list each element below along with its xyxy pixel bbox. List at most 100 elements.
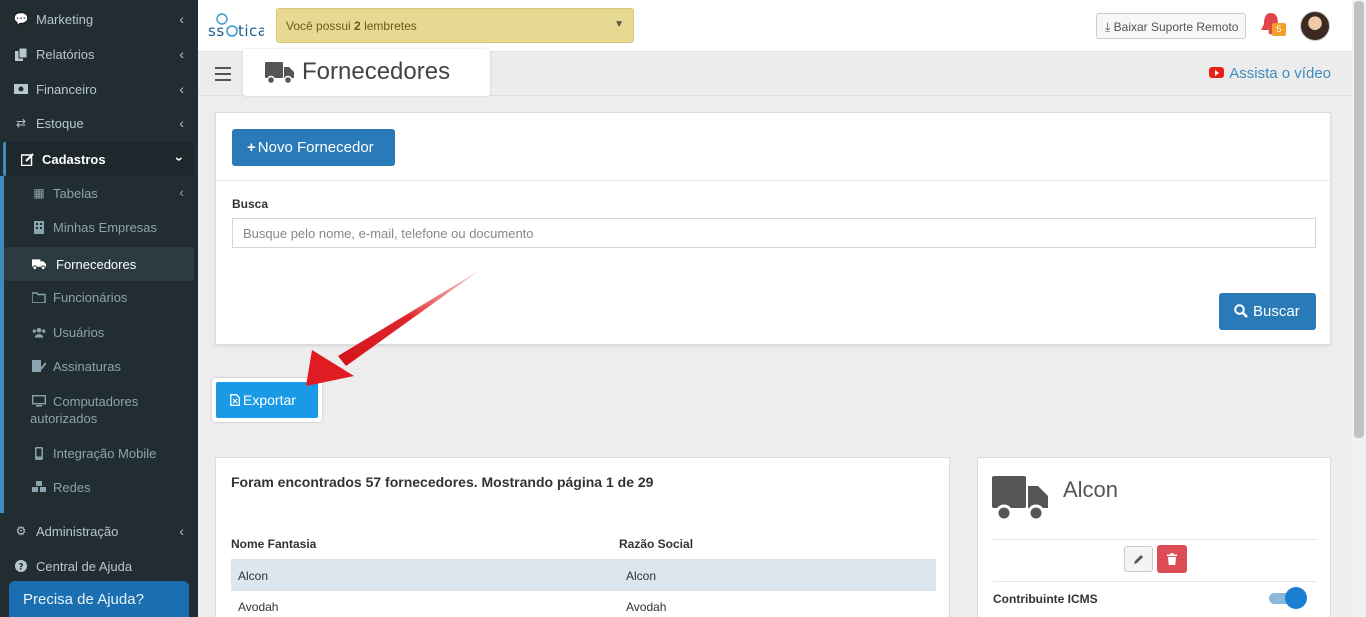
divider xyxy=(993,581,1317,582)
results-summary: Foram encontrados 57 fornecedores. Mostr… xyxy=(231,474,654,490)
search-label: Busca xyxy=(232,197,269,211)
sidebar-item-marketing[interactable]: 💬 Marketing ‹ xyxy=(0,2,198,36)
search-button[interactable]: Buscar xyxy=(1219,293,1316,330)
divider xyxy=(216,180,1330,181)
icms-toggle[interactable] xyxy=(1267,587,1307,609)
sidebar-item-label: Central de Ajuda xyxy=(36,558,133,574)
sidebar-item-financeiro[interactable]: Financeiro ‹ xyxy=(0,72,198,106)
new-supplier-label: Novo Fornecedor xyxy=(257,139,374,156)
pencil-icon xyxy=(1134,554,1143,564)
sidebar-subitem-fornecedores[interactable]: Fornecedores xyxy=(4,247,194,281)
cell-razao-social: Alcon xyxy=(626,569,657,583)
new-supplier-button[interactable]: + Novo Fornecedor xyxy=(232,129,395,166)
reminder-count: 2 xyxy=(354,19,361,33)
scrollbar-thumb[interactable] xyxy=(1354,1,1364,438)
sidebar-subitem-tabelas[interactable]: ▦ Tabelas ‹ xyxy=(4,176,194,210)
chevron-left-icon: ‹ xyxy=(179,11,184,27)
search-button-label: Buscar xyxy=(1253,303,1300,320)
comments-icon: 💬 xyxy=(13,12,29,26)
page-header: Fornecedores Assista o vídeo xyxy=(198,49,1352,96)
sidebar-subitem-redes[interactable]: Redes xyxy=(4,470,194,504)
results-panel: Foram encontrados 57 fornecedores. Mostr… xyxy=(215,457,950,617)
sidebar-subitem-label: Tabelas xyxy=(53,186,98,201)
icms-label: Contribuinte ICMS xyxy=(993,592,1098,606)
copy-icon xyxy=(14,47,28,61)
sidebar-subitem-integracao-mobile[interactable]: Integração Mobile xyxy=(4,436,194,470)
delete-button[interactable] xyxy=(1157,545,1187,573)
money-icon xyxy=(14,82,28,96)
toggle-knob xyxy=(1285,587,1307,609)
sidebar-item-administracao[interactable]: ⚙ Administração ‹ xyxy=(0,514,198,548)
export-highlight: Exportar xyxy=(212,378,322,422)
column-header-nome-fantasia[interactable]: Nome Fantasia xyxy=(231,537,316,551)
watch-video-link[interactable]: Assista o vídeo xyxy=(1209,65,1331,82)
signature-icon xyxy=(32,359,46,373)
sidebar-subitem-label: Usuários xyxy=(53,325,105,340)
youtube-icon xyxy=(1209,67,1225,78)
sidebar-item-cadastros[interactable]: Cadastros ‹ xyxy=(3,142,194,176)
truck-icon xyxy=(32,257,46,271)
topbar: ss tica Você possui 2 lembretes ▼ ⤓ Baix… xyxy=(198,0,1352,52)
table-icon: ▦ xyxy=(33,186,45,200)
edit-button[interactable] xyxy=(1124,546,1153,572)
sidebar-subitem-assinaturas[interactable]: Assinaturas xyxy=(4,349,194,383)
cubes-icon xyxy=(32,480,46,494)
caret-down-icon: ▼ xyxy=(614,19,624,30)
logo[interactable]: ss tica xyxy=(208,12,267,42)
sidebar-subitem-label: Fornecedores xyxy=(56,257,137,272)
chevron-left-icon: ‹ xyxy=(179,46,184,62)
avatar[interactable] xyxy=(1300,11,1330,41)
chevron-down-icon: ‹ xyxy=(169,156,186,162)
folder-icon xyxy=(32,290,46,304)
truck-icon xyxy=(992,476,1048,522)
search-input[interactable] xyxy=(232,218,1316,248)
file-excel-icon xyxy=(230,394,240,406)
sidebar-item-label: Estoque xyxy=(36,115,84,131)
desktop-icon xyxy=(32,394,46,408)
cell-nome-fantasia: Alcon xyxy=(238,569,269,583)
svg-text:?: ? xyxy=(18,563,23,573)
sidebar-item-label: Administração xyxy=(36,523,119,539)
sidebar-subitem-label: Funcionários xyxy=(53,290,128,305)
sidebar-item-label: Relatórios xyxy=(36,46,95,62)
sidebar-subitem-minhas-empresas[interactable]: Minhas Empresas xyxy=(4,210,194,244)
sidebar-item-central-de-ajuda[interactable]: ? Central de Ajuda xyxy=(0,549,198,583)
exchange-icon: ⇄ xyxy=(15,116,27,130)
sidebar-subitem-computadores[interactable]: Computadores autorizados xyxy=(4,384,194,428)
sidebar-item-relatorios[interactable]: Relatórios ‹ xyxy=(0,37,198,71)
supplier-detail-panel: Alcon Contribuinte ICMS xyxy=(977,457,1331,617)
sidebar-item-label: Financeiro xyxy=(36,81,97,97)
download-label: Baixar Suporte Remoto xyxy=(1113,20,1239,34)
mobile-icon xyxy=(32,446,46,460)
sidebar-subitem-label: Minhas Empresas xyxy=(53,220,158,235)
reminder-dropdown[interactable]: Você possui 2 lembretes ▼ xyxy=(276,8,634,43)
export-button[interactable]: Exportar xyxy=(216,382,318,418)
cogs-icon: ⚙ xyxy=(15,524,27,538)
cell-nome-fantasia: Avodah xyxy=(238,600,279,614)
sidebar-subitem-funcionarios[interactable]: Funcionários xyxy=(4,280,194,314)
page-title-box: Fornecedores xyxy=(243,49,490,96)
sidebar-item-label: Cadastros xyxy=(42,151,106,167)
svg-text:ss: ss xyxy=(208,22,225,38)
question-icon: ? xyxy=(14,559,28,573)
reminder-prefix: Você possui xyxy=(286,19,355,33)
hamburger-menu-icon[interactable] xyxy=(215,67,231,81)
notifications-bell[interactable]: 5 xyxy=(1258,10,1288,40)
edit-icon xyxy=(20,152,34,166)
column-header-razao-social[interactable]: Razão Social xyxy=(619,537,693,551)
table-row[interactable]: Avodah Avodah xyxy=(231,590,936,617)
page-title: Fornecedores xyxy=(302,58,451,85)
help-chat-button[interactable]: Precisa de Ajuda? xyxy=(9,581,189,617)
table-row[interactable]: Alcon Alcon xyxy=(231,559,936,590)
page-scrollbar[interactable] xyxy=(1352,0,1366,617)
sidebar-item-estoque[interactable]: ⇄ Estoque ‹ xyxy=(0,106,198,140)
search-panel: +Novo Fornecedor Busca Buscar xyxy=(215,112,1331,345)
sidebar-subitem-label: Assinaturas xyxy=(53,359,121,374)
users-icon xyxy=(32,325,46,339)
chevron-left-icon: ‹ xyxy=(179,115,184,131)
download-remote-support-button[interactable]: ⤓ Baixar Suporte Remoto xyxy=(1096,13,1246,39)
chevron-left-icon: ‹ xyxy=(179,184,184,200)
export-label: Exportar xyxy=(243,392,296,408)
download-icon: ⤓ xyxy=(1105,20,1111,34)
sidebar-subitem-usuarios[interactable]: Usuários xyxy=(4,315,194,349)
